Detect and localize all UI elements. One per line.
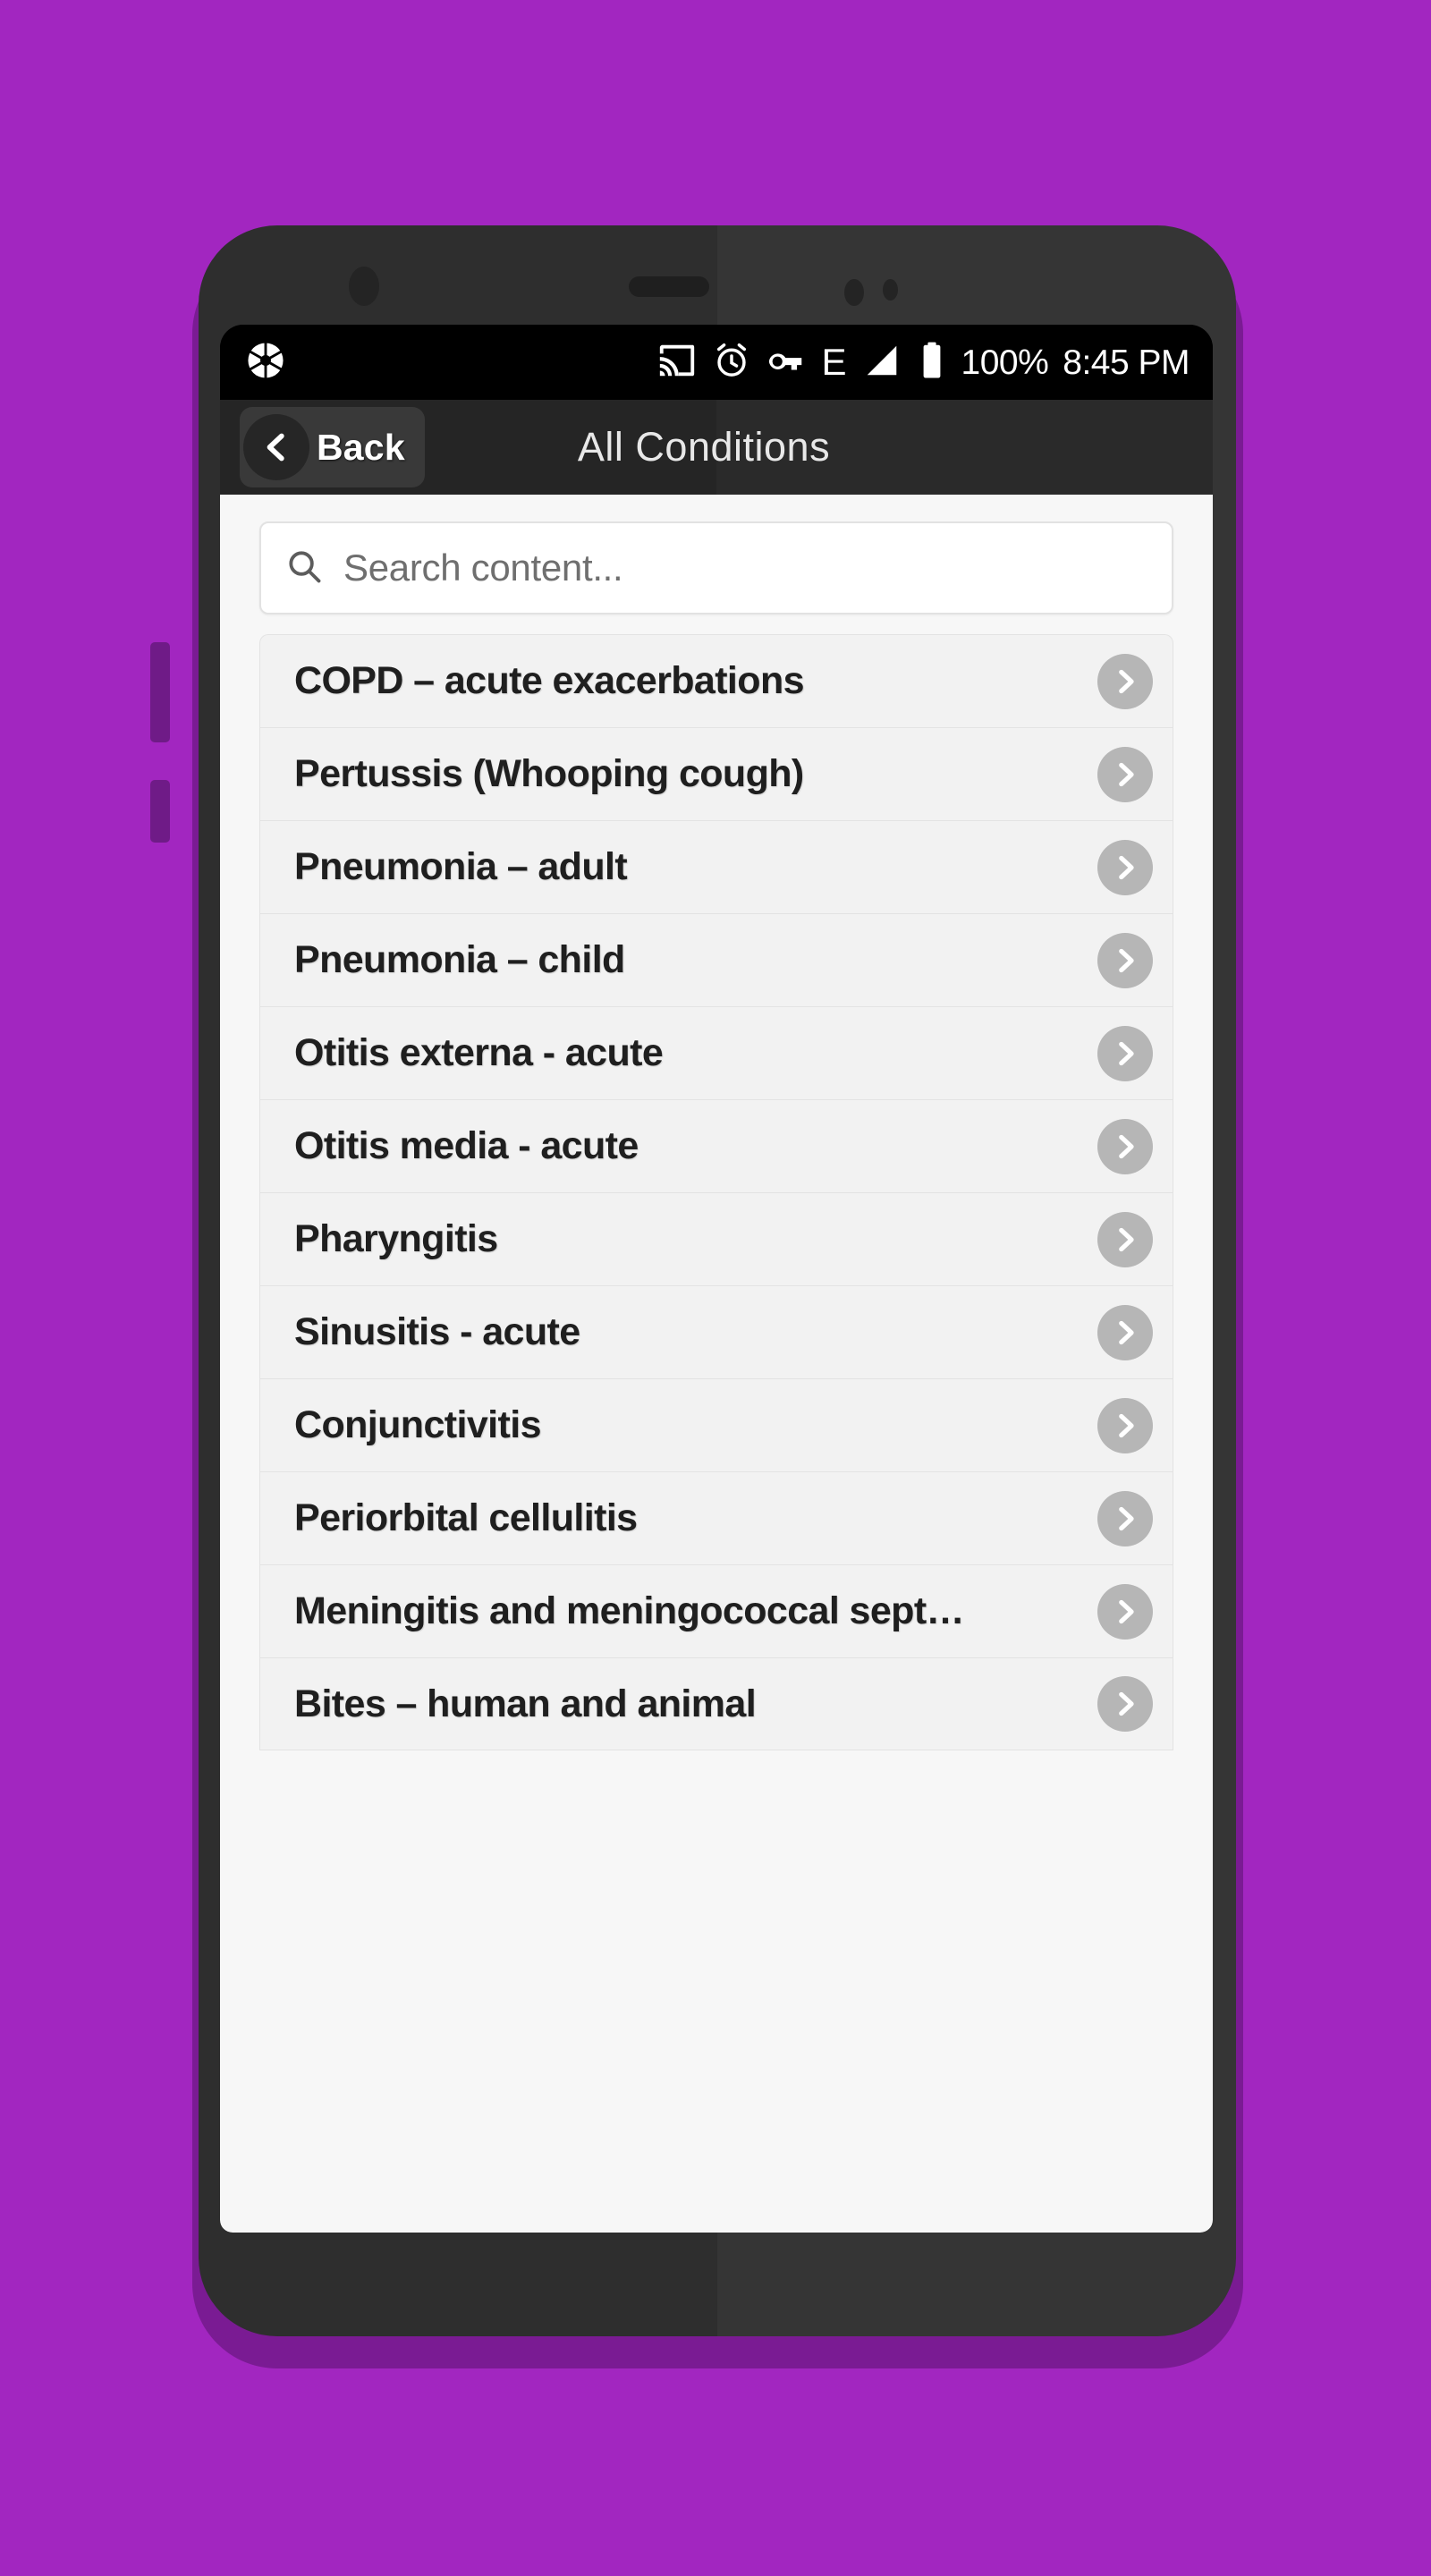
content-area: COPD – acute exacerbations Pertussis (Wh… xyxy=(220,495,1213,2233)
list-item[interactable]: Meningitis and meningococcal sept… xyxy=(259,1564,1173,1657)
light-sensor-icon xyxy=(883,279,898,301)
search-input[interactable] xyxy=(343,547,1148,589)
list-item-label: Otitis media - acute xyxy=(294,1124,639,1167)
earpiece-speaker xyxy=(629,276,709,297)
chevron-right-icon[interactable] xyxy=(1097,1676,1153,1732)
status-bar: E 100% 8:45 PM xyxy=(220,325,1213,400)
battery-full-icon xyxy=(917,340,947,386)
chevron-right-icon[interactable] xyxy=(1097,653,1153,709)
chevron-right-icon[interactable] xyxy=(1097,1025,1153,1081)
list-item[interactable]: Pharyngitis xyxy=(259,1192,1173,1285)
list-item[interactable]: Pertussis (Whooping cough) xyxy=(259,727,1173,820)
list-item-label: Otitis externa - acute xyxy=(294,1031,664,1074)
list-item-label: Pneumonia – adult xyxy=(294,845,628,888)
proximity-sensor-icon xyxy=(844,279,864,306)
chevron-right-icon[interactable] xyxy=(1097,1397,1153,1453)
volume-button[interactable] xyxy=(150,642,170,742)
front-camera-icon xyxy=(349,267,379,306)
list-item-label: Pharyngitis xyxy=(294,1217,498,1260)
camera-aperture-icon xyxy=(245,340,286,386)
list-item[interactable]: Otitis media - acute xyxy=(259,1099,1173,1192)
app-title-bar: Back All Conditions xyxy=(220,400,1213,495)
power-button[interactable] xyxy=(150,780,170,843)
list-item[interactable]: Otitis externa - acute xyxy=(259,1006,1173,1099)
back-button-label: Back xyxy=(317,426,405,468)
list-item[interactable]: Periorbital cellulitis xyxy=(259,1471,1173,1564)
cast-icon xyxy=(656,340,698,386)
list-item-label: Bites – human and animal xyxy=(294,1682,757,1725)
list-item[interactable]: Sinusitis - acute xyxy=(259,1285,1173,1378)
list-item[interactable]: Pneumonia – adult xyxy=(259,820,1173,913)
list-item-label: Sinusitis - acute xyxy=(294,1310,580,1353)
list-item[interactable]: COPD – acute exacerbations xyxy=(259,634,1173,727)
alarm-clock-icon xyxy=(712,341,751,385)
vpn-key-icon xyxy=(766,340,807,386)
list-item[interactable]: Conjunctivitis xyxy=(259,1378,1173,1471)
chevron-right-icon[interactable] xyxy=(1097,839,1153,895)
list-item-label: Pneumonia – child xyxy=(294,938,625,981)
list-item[interactable]: Pneumonia – child xyxy=(259,913,1173,1006)
title-bar-sheen xyxy=(716,400,1213,495)
network-type-label: E xyxy=(821,341,847,383)
list-item-label: Meningitis and meningococcal sept… xyxy=(294,1589,965,1632)
chevron-right-icon[interactable] xyxy=(1097,1490,1153,1546)
chevron-right-icon[interactable] xyxy=(1097,1583,1153,1640)
chevron-right-icon[interactable] xyxy=(1097,1118,1153,1174)
chevron-right-icon[interactable] xyxy=(1097,746,1153,802)
signal-bars-icon xyxy=(861,340,902,386)
list-item-label: Periorbital cellulitis xyxy=(294,1496,638,1539)
chevron-left-icon xyxy=(243,414,309,480)
chevron-right-icon[interactable] xyxy=(1097,1211,1153,1267)
list-item[interactable]: Bites – human and animal xyxy=(259,1657,1173,1750)
list-item-label: Conjunctivitis xyxy=(294,1403,541,1446)
list-item-label: Pertussis (Whooping cough) xyxy=(294,752,804,795)
list-item-label: COPD – acute exacerbations xyxy=(294,659,805,702)
chevron-right-icon[interactable] xyxy=(1097,932,1153,988)
phone-screen: E 100% 8:45 PM Back All Conditions Searc… xyxy=(220,325,1213,2233)
chevron-right-icon[interactable] xyxy=(1097,1304,1153,1360)
clock-label: 8:45 PM xyxy=(1063,343,1190,382)
back-button[interactable]: Back xyxy=(240,407,425,487)
battery-level-label: 100% xyxy=(961,343,1049,382)
search-icon xyxy=(284,547,324,590)
search-bar[interactable] xyxy=(259,521,1173,614)
conditions-list: COPD – acute exacerbations Pertussis (Wh… xyxy=(259,634,1173,1750)
